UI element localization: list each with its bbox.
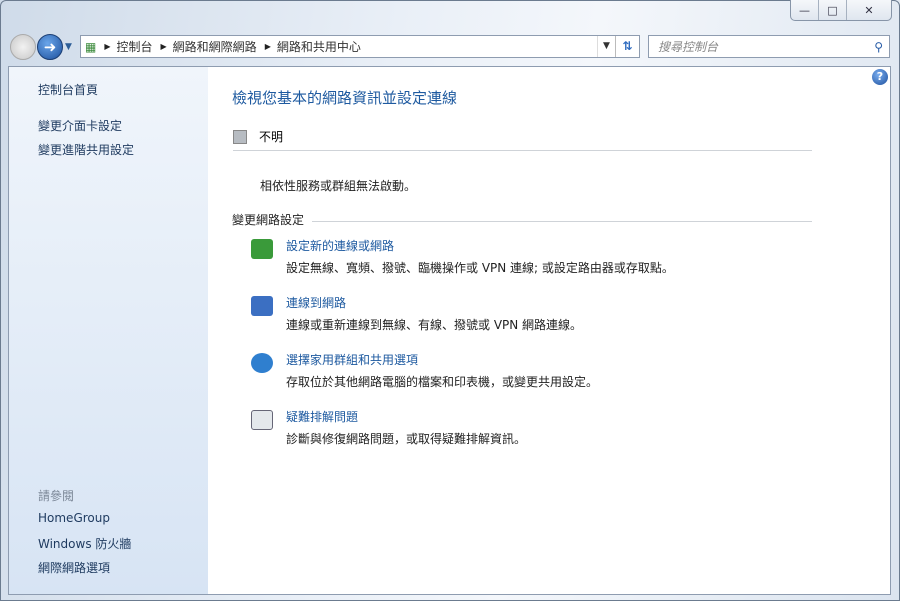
breadcrumb-control-panel[interactable]: 控制台: [117, 38, 153, 55]
task-link[interactable]: 連線到網路: [286, 294, 346, 311]
homegroup-icon: [251, 353, 273, 373]
divider: [233, 150, 812, 151]
task-description: 診斷與修復網路問題，或取得疑難排解資訊。: [286, 432, 527, 446]
search-box[interactable]: 搜尋控制台 ⚲: [648, 35, 890, 58]
task-link[interactable]: 選擇家用群組和共用選項: [286, 351, 418, 368]
search-input[interactable]: 搜尋控制台: [658, 38, 718, 55]
help-icon[interactable]: ?: [872, 69, 888, 85]
content-area: 控制台首頁 變更介面卡設定 變更進階共用設定 請參閱 HomeGroup Win…: [8, 66, 891, 595]
section-heading: 變更網路設定: [232, 213, 305, 227]
network-status: 不明: [233, 128, 283, 145]
task-description: 設定無線、寬頻、撥號、臨機操作或 VPN 連線; 或設定路由器或存取點。: [286, 261, 674, 275]
navigation-buttons: ➜ ▼: [10, 34, 72, 60]
breadcrumb-arrow-icon[interactable]: ▶: [265, 42, 271, 51]
new-connection-icon: [251, 239, 273, 259]
sidebar-homegroup-link[interactable]: HomeGroup: [38, 511, 110, 525]
forward-button[interactable]: ➜: [37, 34, 63, 60]
address-bar[interactable]: ▦ ▶ 控制台 ▶ 網路和網際網路 ▶ 網路和共用中心 ▼ ⇅: [80, 35, 640, 58]
connect-network-icon: [251, 296, 273, 316]
address-dropdown-button[interactable]: ▼: [597, 36, 615, 57]
sidebar-internet-options-link[interactable]: 網際網路選項: [38, 559, 110, 576]
recent-pages-dropdown[interactable]: ▼: [65, 42, 72, 52]
refresh-button[interactable]: ⇅: [615, 36, 639, 57]
sidebar-home-link[interactable]: 控制台首頁: [38, 81, 98, 98]
task-description: 存取位於其他網路電腦的檔案和印表機，或變更共用設定。: [286, 375, 599, 389]
control-panel-icon: ▦: [85, 39, 97, 54]
page-title: 檢視您基本的網路資訊並設定連線: [232, 89, 458, 107]
breadcrumb-network-internet[interactable]: 網路和網際網路: [173, 38, 257, 55]
search-icon[interactable]: ⚲: [874, 40, 883, 54]
network-status-label: 不明: [259, 130, 284, 144]
error-message: 相依性服務或群組無法啟動。: [260, 179, 417, 193]
sidebar-adapter-settings-link[interactable]: 變更介面卡設定: [38, 117, 122, 134]
sidebar: 控制台首頁 變更介面卡設定 變更進階共用設定 請參閱 HomeGroup Win…: [9, 67, 208, 594]
task-description: 連線或重新連線到無線、有線、撥號或 VPN 網路連線。: [286, 318, 583, 332]
breadcrumb-arrow-icon[interactable]: ▶: [161, 42, 167, 51]
task-link[interactable]: 疑難排解問題: [286, 408, 358, 425]
troubleshoot-icon: [251, 410, 273, 430]
task-link[interactable]: 設定新的連線或網路: [286, 237, 394, 254]
see-also-heading: 請參閱: [38, 489, 75, 503]
sidebar-firewall-link[interactable]: Windows 防火牆: [38, 535, 131, 552]
section-divider: [312, 221, 812, 222]
close-button[interactable]: ✕: [847, 0, 891, 20]
breadcrumb-network-sharing-center[interactable]: 網路和共用中心: [277, 38, 361, 55]
breadcrumb-arrow-icon[interactable]: ▶: [104, 42, 110, 51]
network-computer-icon: [233, 129, 247, 144]
window-controls: — □ ✕: [790, 0, 892, 21]
sidebar-advanced-sharing-link[interactable]: 變更進階共用設定: [38, 141, 134, 158]
back-button[interactable]: [10, 34, 36, 60]
minimize-button[interactable]: —: [791, 0, 819, 20]
maximize-button[interactable]: □: [819, 0, 847, 20]
